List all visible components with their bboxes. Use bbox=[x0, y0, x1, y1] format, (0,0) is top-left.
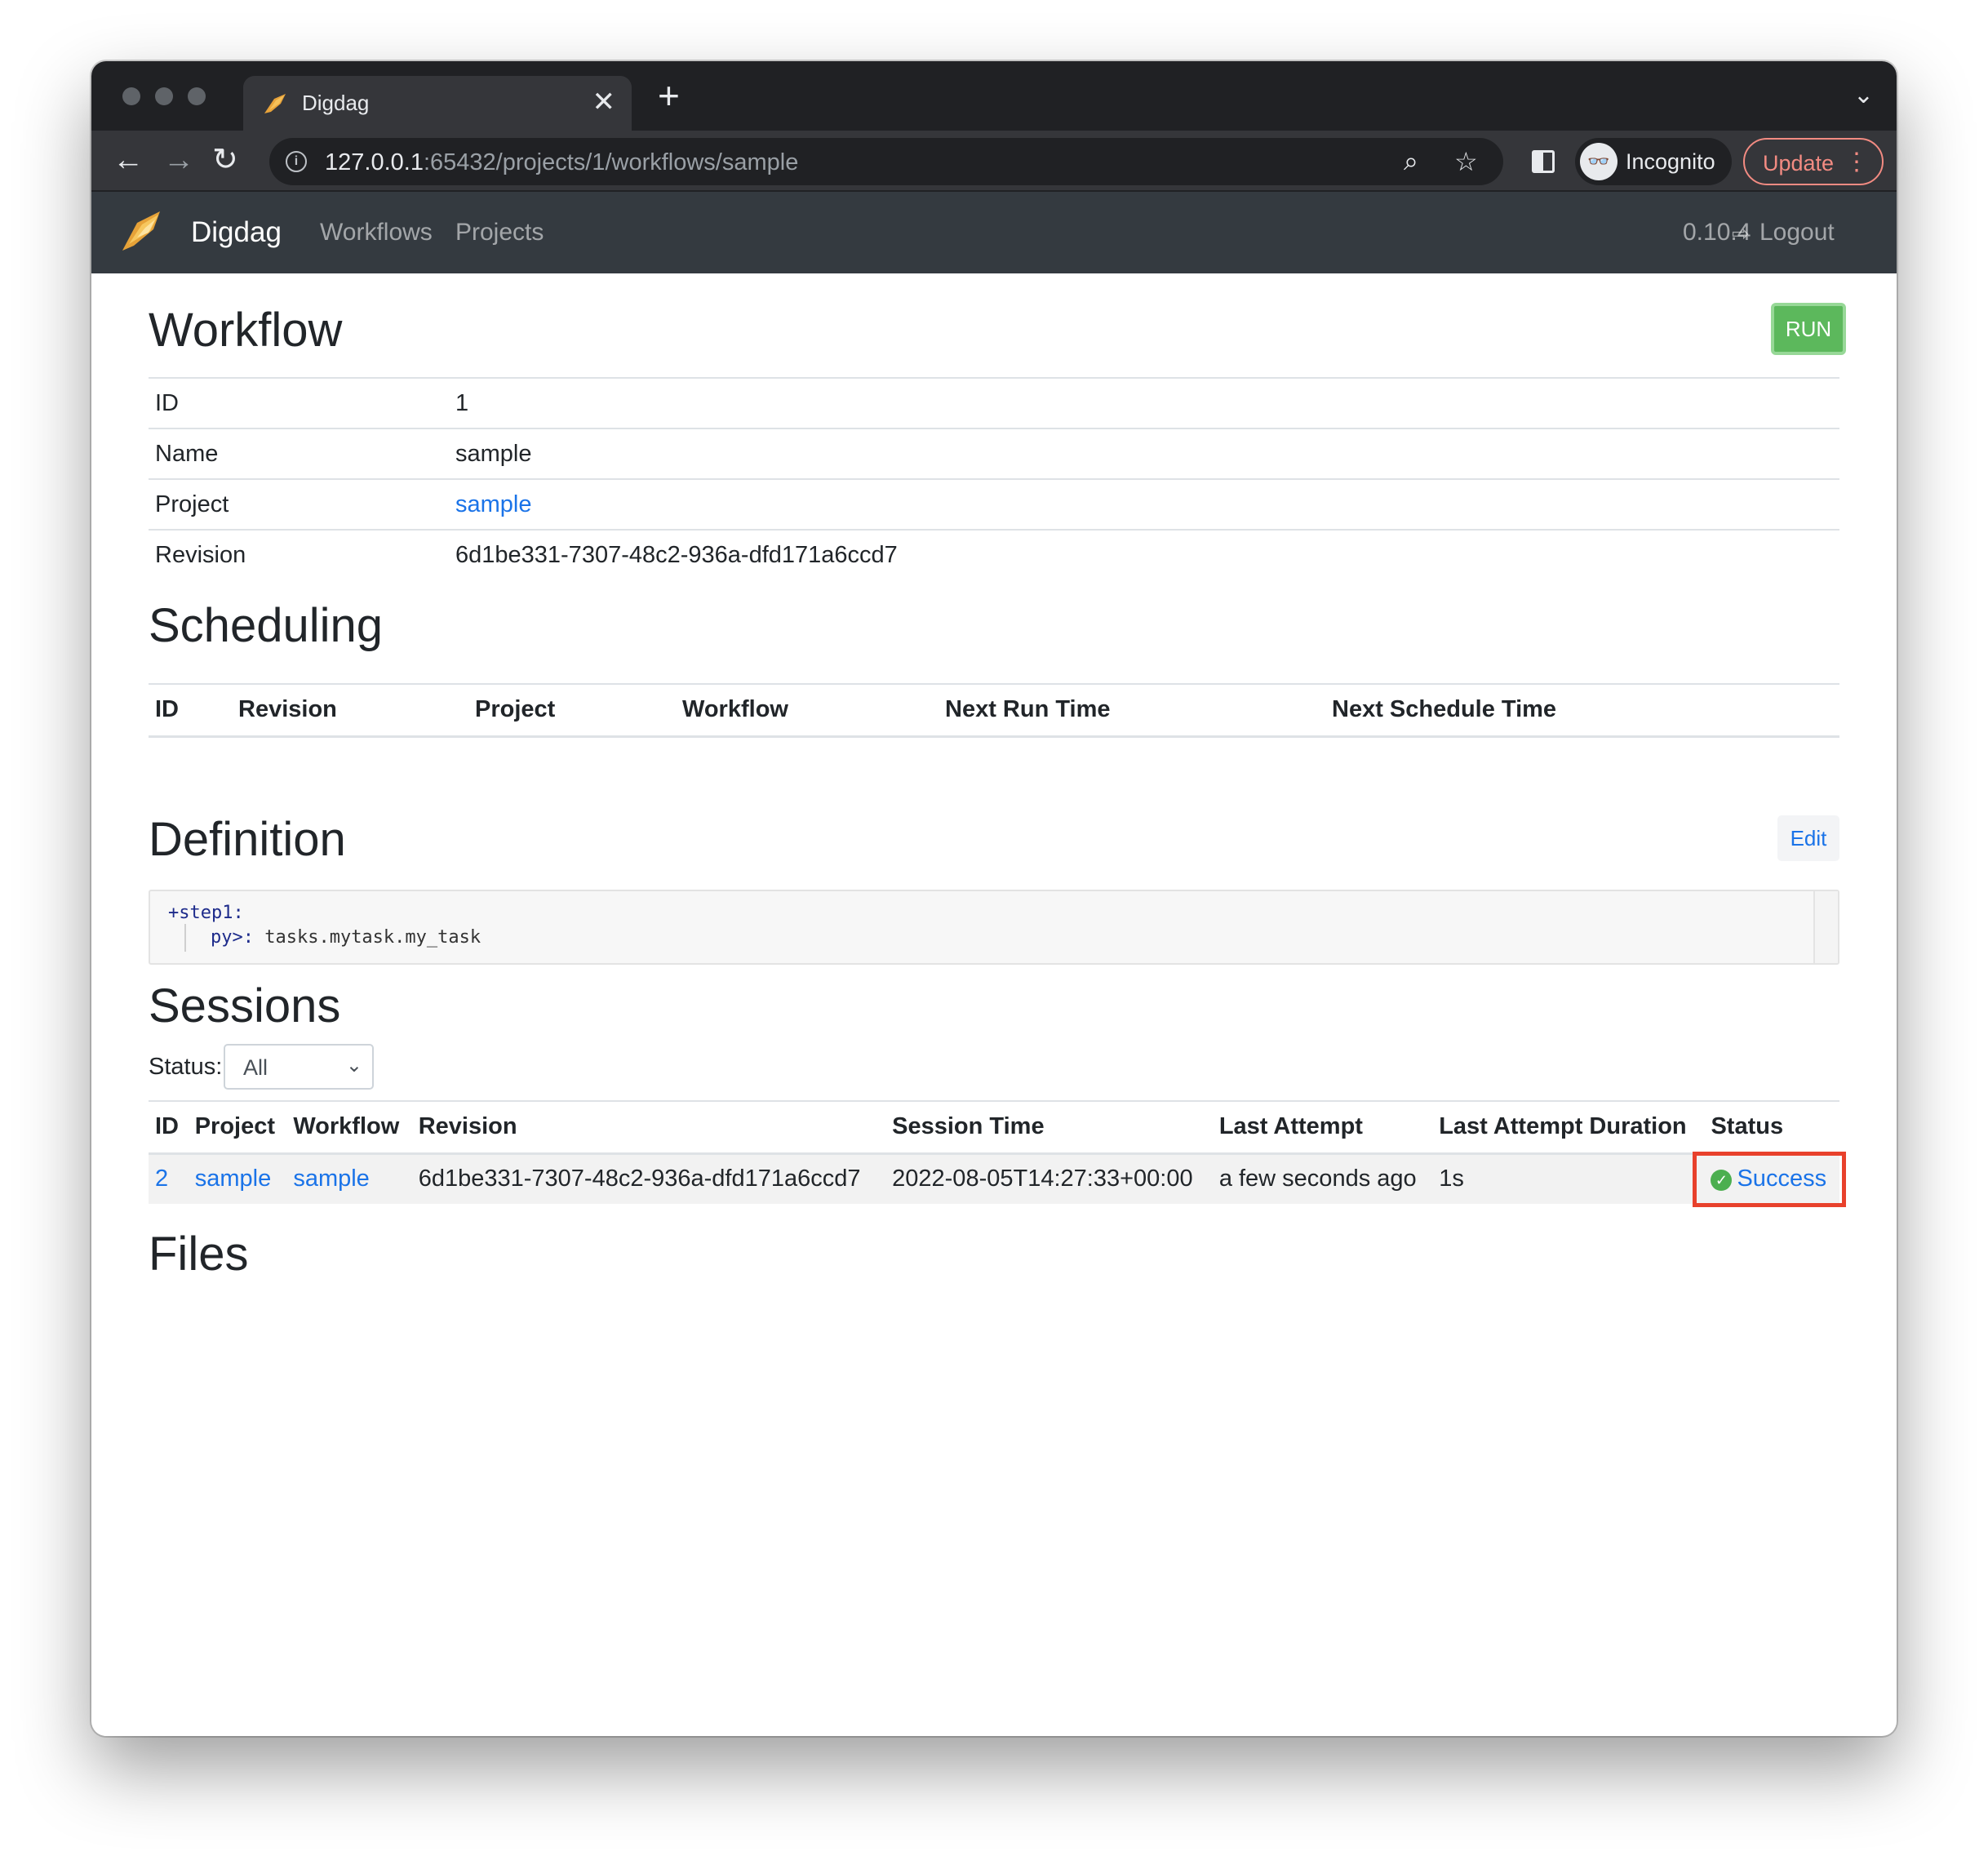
files-heading: Files bbox=[149, 1228, 249, 1281]
back-arrow-icon[interactable]: ← bbox=[113, 144, 144, 176]
forward-arrow-icon[interactable]: → bbox=[163, 144, 194, 176]
column-header: Status bbox=[1704, 1100, 1839, 1155]
session-project-link[interactable]: sample bbox=[195, 1166, 272, 1192]
new-tab-icon[interactable]: + bbox=[658, 77, 680, 114]
column-header: Project bbox=[468, 683, 676, 738]
last-attempt-cell: a few seconds ago bbox=[1212, 1153, 1433, 1204]
detail-key: Name bbox=[149, 428, 449, 479]
tab-title: Digdag bbox=[302, 91, 370, 115]
run-button[interactable]: RUN bbox=[1771, 303, 1846, 355]
column-header: Session Time bbox=[885, 1100, 1213, 1155]
workflow-heading: Workflow bbox=[149, 304, 343, 357]
column-header: Next Schedule Time bbox=[1325, 683, 1839, 738]
session-id-link[interactable]: 2 bbox=[155, 1166, 168, 1192]
logout-link[interactable]: Logout bbox=[1759, 219, 1835, 246]
digdag-logo-icon[interactable] bbox=[121, 210, 166, 252]
definition-code-block[interactable]: +step1: py>: tasks.mytask.my_task bbox=[149, 890, 1839, 965]
detail-value: 1 bbox=[449, 377, 1839, 428]
table-row: Name sample bbox=[149, 428, 1839, 479]
detail-key: ID bbox=[149, 377, 449, 428]
url-text[interactable]: 127.0.0.1:65432/projects/1/workflows/sam… bbox=[325, 149, 798, 176]
status-filter-select[interactable]: All ⌄ bbox=[224, 1044, 374, 1090]
browser-tab[interactable]: Digdag ✕ bbox=[243, 76, 632, 131]
status-cell: ✓ Success bbox=[1704, 1153, 1839, 1204]
table-header-row: ID Revision Project Workflow Next Run Ti… bbox=[149, 683, 1839, 738]
code-scrollbar[interactable] bbox=[1813, 891, 1838, 963]
detail-key: Project bbox=[149, 478, 449, 530]
update-button[interactable]: Update ⋮ bbox=[1743, 138, 1884, 185]
check-circle-icon: ✓ bbox=[1711, 1169, 1733, 1191]
window-close-dot[interactable] bbox=[122, 87, 140, 105]
project-link[interactable]: sample bbox=[455, 491, 532, 517]
brand-name[interactable]: Digdag bbox=[191, 216, 282, 249]
window-minimize-dot[interactable] bbox=[155, 87, 173, 105]
chevron-down-icon: ⌄ bbox=[345, 1055, 362, 1077]
column-header: Revision bbox=[411, 1100, 886, 1155]
site-info-icon[interactable]: i bbox=[286, 151, 307, 172]
browser-window: Digdag ✕ + ⌄ ← → ↻ i 127.0.0.1:65432/pro… bbox=[91, 61, 1897, 1736]
detail-value: sample bbox=[449, 478, 1839, 530]
app-navbar: Digdag Workflows Projects 0.10.4 ⇨ Logou… bbox=[91, 192, 1897, 273]
code-line: +step1: bbox=[168, 903, 244, 923]
nav-projects-link[interactable]: Projects bbox=[455, 219, 544, 246]
side-panel-icon[interactable] bbox=[1532, 150, 1555, 173]
nav-workflows-link[interactable]: Workflows bbox=[320, 219, 433, 246]
scheduling-table: ID Revision Project Workflow Next Run Ti… bbox=[149, 683, 1839, 738]
browser-toolbar: ← → ↻ i 127.0.0.1:65432/projects/1/workf… bbox=[91, 131, 1897, 192]
column-header: Next Run Time bbox=[939, 683, 1325, 738]
column-header: Revision bbox=[232, 683, 468, 738]
detail-value: sample bbox=[449, 428, 1839, 479]
tab-close-icon[interactable]: ✕ bbox=[592, 86, 616, 118]
indent-guide bbox=[184, 924, 186, 952]
table-row: ID 1 bbox=[149, 377, 1839, 428]
incognito-label: Incognito bbox=[1626, 149, 1715, 174]
incognito-indicator[interactable]: 👓 Incognito bbox=[1575, 138, 1732, 185]
reload-icon[interactable]: ↻ bbox=[212, 144, 238, 176]
window-maximize-dot[interactable] bbox=[188, 87, 206, 105]
session-revision-cell: 6d1be331-7307-48c2-936a-dfd171a6ccd7 bbox=[411, 1153, 886, 1204]
duration-cell: 1s bbox=[1432, 1153, 1705, 1204]
column-header: ID bbox=[149, 683, 232, 738]
session-time-cell: 2022-08-05T14:27:33+00:00 bbox=[885, 1153, 1213, 1204]
detail-value: 6d1be331-7307-48c2-936a-dfd171a6ccd7 bbox=[449, 529, 1839, 580]
table-row: Revision 6d1be331-7307-48c2-936a-dfd171a… bbox=[149, 529, 1839, 580]
logout-icon[interactable]: ⇨ bbox=[1732, 221, 1750, 246]
edit-button[interactable]: Edit bbox=[1777, 815, 1839, 861]
session-workflow-cell: sample bbox=[286, 1153, 412, 1204]
address-bar[interactable]: i 127.0.0.1:65432/projects/1/workflows/s… bbox=[269, 138, 1503, 185]
column-header: Workflow bbox=[286, 1100, 412, 1155]
table-row: Project sample bbox=[149, 478, 1839, 530]
column-header: Last Attempt Duration bbox=[1432, 1100, 1705, 1155]
tab-search-chevron-icon[interactable]: ⌄ bbox=[1853, 81, 1874, 109]
detail-key: Revision bbox=[149, 529, 449, 580]
digdag-favicon-icon bbox=[264, 94, 286, 113]
column-header: Project bbox=[188, 1100, 287, 1155]
tab-strip: Digdag ✕ + ⌄ bbox=[91, 61, 1897, 131]
code-line: py>: tasks.mytask.my_task bbox=[211, 927, 481, 948]
session-id-cell: 2 bbox=[149, 1153, 189, 1204]
table-header-row: ID Project Workflow Revision Session Tim… bbox=[149, 1100, 1839, 1155]
workflow-details-table: ID 1 Name sample Project sample Revision… bbox=[149, 377, 1839, 580]
bookmark-star-icon[interactable]: ☆ bbox=[1454, 146, 1478, 177]
column-header: Last Attempt bbox=[1212, 1100, 1433, 1155]
session-project-cell: sample bbox=[188, 1153, 287, 1204]
zoom-search-icon[interactable]: ⌕ bbox=[1404, 146, 1418, 177]
column-header: Workflow bbox=[676, 683, 939, 738]
table-row: 2 sample sample 6d1be331-7307-48c2-936a-… bbox=[149, 1153, 1839, 1204]
sessions-table: ID Project Workflow Revision Session Tim… bbox=[149, 1100, 1839, 1204]
definition-heading: Definition bbox=[149, 813, 346, 866]
status-filter-value: All bbox=[243, 1055, 268, 1080]
incognito-icon: 👓 bbox=[1580, 143, 1617, 180]
update-label: Update bbox=[1763, 151, 1835, 175]
browser-menu-icon[interactable]: ⋮ bbox=[1844, 148, 1869, 176]
sessions-heading: Sessions bbox=[149, 979, 341, 1032]
status-filter-label: Status: bbox=[149, 1054, 223, 1080]
column-header: ID bbox=[149, 1100, 189, 1155]
scheduling-heading: Scheduling bbox=[149, 599, 383, 652]
status-success-link[interactable]: Success bbox=[1737, 1166, 1826, 1192]
session-workflow-link[interactable]: sample bbox=[293, 1166, 370, 1192]
